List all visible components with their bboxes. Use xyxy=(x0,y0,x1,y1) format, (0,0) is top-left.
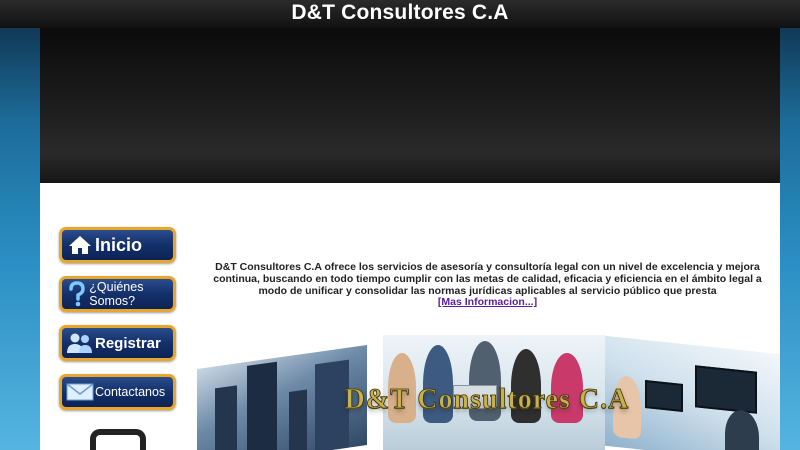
question-icon xyxy=(65,281,89,307)
banner-collage-image: D&T Consultores C.A xyxy=(195,333,780,450)
nav-label-contactanos: Contactanos xyxy=(95,385,166,399)
top-bar: D&T Consultores C.A xyxy=(0,0,800,28)
nav-label-quienes-somos: ¿Quiénes Somos? xyxy=(89,280,144,308)
content-panel: Inicio ¿Quiénes Somos? Registrar Contact… xyxy=(40,183,780,450)
lock-icon xyxy=(90,429,146,450)
intro-text-block: D&T Consultores C.A ofrece los servicios… xyxy=(205,261,770,309)
nav-label-inicio: Inicio xyxy=(95,234,143,255)
nav-button-registrar[interactable]: Registrar xyxy=(59,325,176,361)
intro-description: D&T Consultores C.A ofrece los servicios… xyxy=(213,261,762,297)
envelope-icon xyxy=(65,382,95,402)
users-icon xyxy=(65,332,95,354)
nav-button-quienes-somos[interactable]: ¿Quiénes Somos? xyxy=(59,276,176,312)
nav-button-inicio[interactable]: Inicio xyxy=(59,227,176,263)
nav-button-contactanos[interactable]: Contactanos xyxy=(59,374,176,410)
collage-title-text: D&T Consultores C.A xyxy=(344,384,630,416)
home-icon xyxy=(65,235,95,255)
more-info-link[interactable]: [Mas Informacion...] xyxy=(438,296,537,308)
site-title: D&T Consultores C.A xyxy=(291,1,509,24)
nav-label-registrar: Registrar xyxy=(95,334,161,352)
header-banner xyxy=(40,28,780,183)
